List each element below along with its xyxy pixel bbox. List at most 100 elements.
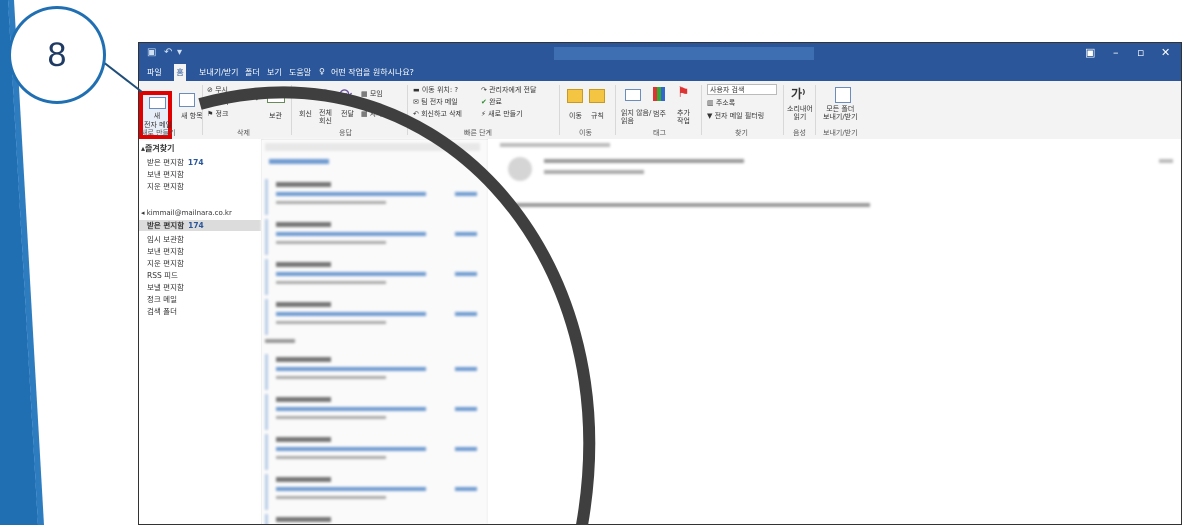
reading-pane-info (500, 143, 610, 147)
folder-item[interactable]: 임시 보관함 (147, 234, 184, 245)
separator (407, 85, 408, 135)
folder-item[interactable]: 받은 편지함 174 (147, 157, 204, 168)
quick-move-to[interactable]: ▬ 이동 위치: ? (413, 85, 458, 95)
tab-file[interactable]: 파일 (147, 67, 162, 78)
folder-item[interactable]: 보낼 편지함 (147, 282, 184, 293)
rules-label[interactable]: 규칙 (591, 111, 604, 121)
forward-label[interactable]: 전달 (341, 109, 354, 119)
avatar (508, 157, 532, 181)
forward-icon[interactable]: ↷ (339, 85, 352, 104)
sender-line (544, 159, 744, 163)
list-item[interactable] (265, 259, 483, 295)
save-icon[interactable]: ▣ (147, 47, 156, 58)
address-book-button[interactable]: ▥ 주소록 (707, 98, 735, 108)
quick-access-icon[interactable]: ▾ (177, 47, 182, 58)
step-number-badge: 8 (8, 6, 106, 104)
list-item[interactable] (265, 179, 483, 215)
read-aloud-label[interactable]: 소리내어 읽기 (787, 105, 813, 121)
new-items-icon[interactable] (179, 93, 195, 107)
list-search-box[interactable] (265, 143, 480, 151)
menu-bar: 파일 홈 보내기/받기 폴더 보기 도움말 ♀ 어떤 작업을 원하시나요? (139, 63, 1181, 81)
categorize-icon[interactable] (653, 87, 665, 101)
move-icon[interactable] (567, 89, 583, 103)
move-label[interactable]: 이동 (569, 111, 582, 121)
folder-pane: ▴즐겨찾기 받은 편지함 174 보낸 편지함 지운 편지함 ◂ kimmail@… (139, 139, 262, 524)
follow-up-flag-icon[interactable]: ⚑ (677, 85, 690, 101)
tab-view[interactable]: 보기 (267, 67, 282, 78)
send-receive-all-label[interactable]: 모든 폴더 보내기/받기 (823, 105, 858, 121)
group-tags-label: 태그 (653, 129, 666, 137)
quick-create-new[interactable]: ⚡ 새로 만들기 (481, 109, 523, 119)
categorize-label[interactable]: 범주 (653, 109, 666, 119)
list-item[interactable] (265, 394, 483, 430)
group-quick-steps-label: 빠른 단계 (464, 129, 492, 137)
cleanup-button[interactable]: ▤ 정리 (207, 97, 229, 107)
ribbon: 새 전자 메일 새 항목 새로 만들기 ⊘ 무시 ▤ 정리 ⚑ 정크 ✕ 보관 … (139, 81, 1181, 140)
undo-icon[interactable]: ↶ (164, 47, 172, 58)
reply-all-label[interactable]: 전체 회신 (319, 109, 332, 125)
more-button[interactable]: ▦ 자세히 (361, 109, 389, 119)
separator (559, 85, 560, 135)
rules-icon[interactable] (589, 89, 605, 103)
separator (202, 85, 203, 135)
restore-icon[interactable]: ▫ (1137, 46, 1144, 59)
tab-help[interactable]: 도움말 (289, 67, 311, 78)
tab-send-receive[interactable]: 보내기/받기 (199, 67, 239, 78)
separator (615, 85, 616, 135)
tell-me-box[interactable]: 어떤 작업을 원하시나요? (331, 67, 414, 78)
unread-read-label[interactable]: 읽지 않음/ 읽음 (621, 109, 651, 125)
search-people-input[interactable]: 사용자 검색 (707, 84, 777, 95)
quick-reply-delete[interactable]: ↶ 회신하고 삭제 (413, 109, 462, 119)
list-item[interactable] (265, 354, 483, 390)
quick-done[interactable]: ✔ 완료 (481, 97, 502, 107)
minimize-icon[interactable]: – (1113, 46, 1119, 59)
new-items-label[interactable]: 새 항목 (181, 111, 203, 121)
ribbon-display-icon[interactable]: ▣ (1085, 46, 1095, 59)
archive-icon[interactable] (267, 87, 285, 103)
filter-email-button[interactable]: ▼ 전자 메일 필터링 (707, 111, 764, 121)
folder-item[interactable]: 지운 편지함 (147, 181, 184, 192)
list-item[interactable] (265, 434, 483, 470)
send-receive-icon[interactable] (835, 87, 851, 103)
list-item[interactable] (265, 514, 483, 524)
list-filter-tabs[interactable] (269, 159, 329, 164)
folder-item[interactable]: 검색 폴더 (147, 306, 177, 317)
close-icon[interactable]: ✕ (1161, 46, 1170, 59)
outlook-window: ▣ ↶ ▾ ▣ – ▫ ✕ 파일 홈 보내기/받기 폴더 보기 도움말 ♀ 어떤… (138, 42, 1182, 525)
folder-item[interactable]: RSS 피드 (147, 270, 178, 281)
title-bar: ▣ ↶ ▾ ▣ – ▫ ✕ (139, 43, 1181, 63)
junk-button[interactable]: ⚑ 정크 (207, 109, 228, 119)
unread-icon[interactable] (625, 89, 641, 101)
title-search-box[interactable] (554, 47, 814, 60)
folder-item[interactable]: 보낸 편지함 (147, 169, 184, 180)
account-header[interactable]: ◂ kimmail@mailnara.co.kr (141, 209, 232, 217)
tab-home[interactable]: 홈 (174, 64, 186, 81)
archive-label[interactable]: 보관 (269, 111, 282, 121)
follow-up-label[interactable]: 추가 작업 (677, 109, 690, 125)
read-aloud-icon[interactable]: 가⁾ (791, 85, 806, 102)
separator (701, 85, 702, 135)
folder-item-selected[interactable]: 받은 편지함 174 (139, 220, 261, 231)
favorites-header[interactable]: ▴즐겨찾기 (141, 143, 174, 154)
reply-all-icon[interactable]: ↶ (317, 85, 330, 104)
list-item[interactable] (265, 299, 483, 335)
group-new-label: 새로 만들기 (141, 129, 176, 137)
quick-team-email[interactable]: ✉ 팀 전자 메일 (413, 97, 458, 107)
separator (783, 85, 784, 135)
folder-item[interactable]: 보낸 편지함 (147, 246, 184, 257)
reply-label[interactable]: 회신 (299, 109, 312, 119)
meeting-button[interactable]: ▦ 모임 (361, 89, 383, 99)
ignore-button[interactable]: ⊘ 무시 (207, 85, 228, 95)
folder-item[interactable]: 정크 메일 (147, 294, 177, 305)
folder-item[interactable]: 지운 편지함 (147, 258, 184, 269)
quick-to-manager[interactable]: ↷ 관리자에게 전달 (481, 85, 536, 95)
group-find-label: 찾기 (735, 129, 748, 137)
subject-line (544, 170, 644, 174)
group-respond-label: 응답 (339, 129, 352, 137)
delete-icon[interactable]: ✕ (244, 83, 261, 107)
reading-pane (488, 139, 1181, 524)
reply-icon[interactable]: ↶ (299, 85, 312, 104)
list-item[interactable] (265, 219, 483, 255)
tab-folder[interactable]: 폴더 (245, 67, 260, 78)
list-item[interactable] (265, 474, 483, 510)
